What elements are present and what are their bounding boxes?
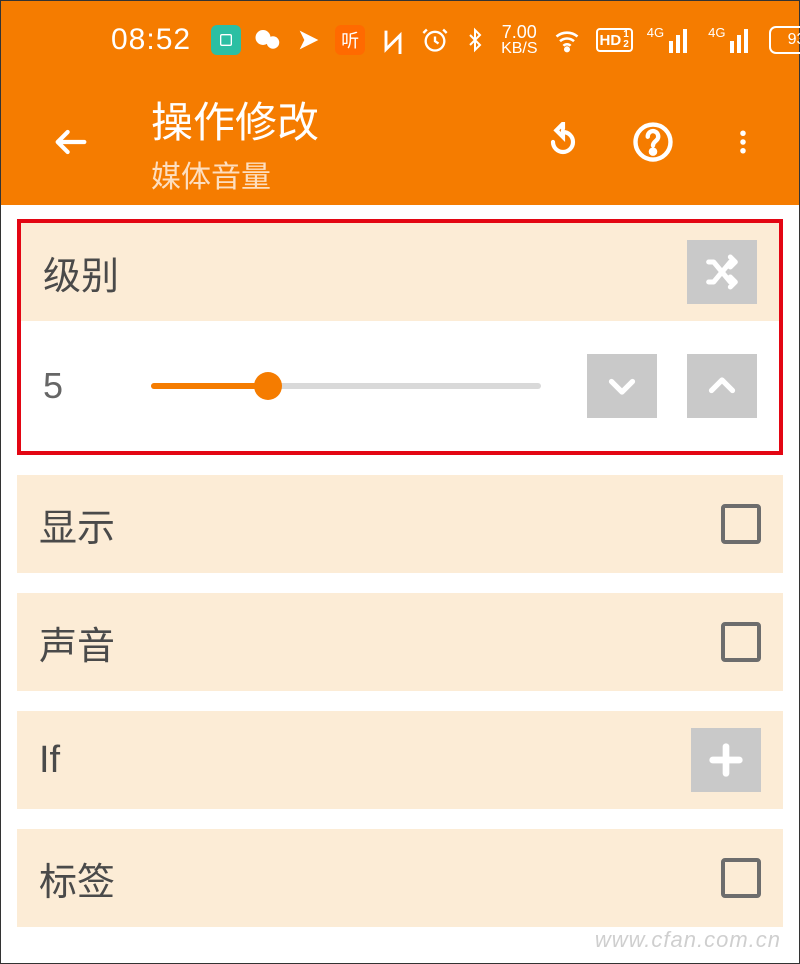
level-section-highlight: 级别 5 <box>17 219 783 455</box>
level-label: 级别 <box>43 245 119 300</box>
appbar-actions <box>541 120 777 164</box>
app-bar: 操作修改 媒体音量 <box>1 79 799 205</box>
nfc-icon <box>379 26 407 54</box>
if-label: If <box>39 739 60 782</box>
status-left-icons: 听 <box>211 25 365 55</box>
sound-label: 声音 <box>39 615 115 670</box>
level-slider-row: 5 <box>21 321 779 451</box>
status-right-icons: 7.00 KB/S HD 12 4G 4G 93 <box>379 23 800 57</box>
wifi-icon <box>552 26 582 54</box>
tag-checkbox[interactable] <box>721 858 761 898</box>
increase-button[interactable] <box>687 354 757 418</box>
app-icon-2: 听 <box>335 25 365 55</box>
display-label: 显示 <box>39 497 115 552</box>
appbar-titles: 操作修改 媒体音量 <box>151 89 319 196</box>
undo-button[interactable] <box>541 120 585 164</box>
decrease-button[interactable] <box>587 354 657 418</box>
level-value: 5 <box>43 365 103 407</box>
leaf-icon <box>295 26 323 54</box>
hd-icon: HD 12 <box>596 28 633 52</box>
help-button[interactable] <box>631 120 675 164</box>
net-speed: 7.00 KB/S <box>501 23 537 57</box>
shuffle-button[interactable] <box>687 240 757 304</box>
back-button[interactable] <box>41 120 101 164</box>
alarm-icon <box>421 26 449 54</box>
tag-row[interactable]: 标签 <box>17 829 783 927</box>
if-row[interactable]: If <box>17 711 783 809</box>
more-button[interactable] <box>721 120 765 164</box>
wechat-icon <box>253 25 283 55</box>
level-header-row[interactable]: 级别 <box>21 223 779 321</box>
status-bar: 08:52 听 7.00 KB/S HD <box>1 1 799 79</box>
status-time: 08:52 <box>111 23 191 57</box>
app-icon-1 <box>211 25 241 55</box>
page-subtitle: 媒体音量 <box>151 152 319 196</box>
content: 级别 5 显示 <box>1 205 799 927</box>
slider-thumb[interactable] <box>254 372 282 400</box>
sound-row[interactable]: 声音 <box>17 593 783 691</box>
bluetooth-icon <box>463 26 487 54</box>
signal-1: 4G <box>647 27 694 53</box>
display-checkbox[interactable] <box>721 504 761 544</box>
slider-fill <box>151 383 268 389</box>
display-row[interactable]: 显示 <box>17 475 783 573</box>
signal-2: 4G <box>708 27 755 53</box>
sound-checkbox[interactable] <box>721 622 761 662</box>
battery-icon: 93 <box>769 26 800 54</box>
page-title: 操作修改 <box>151 89 319 150</box>
watermark: www.cfan.com.cn <box>595 927 781 953</box>
level-slider[interactable] <box>151 374 541 398</box>
tag-label: 标签 <box>39 851 115 906</box>
add-if-button[interactable] <box>691 728 761 792</box>
